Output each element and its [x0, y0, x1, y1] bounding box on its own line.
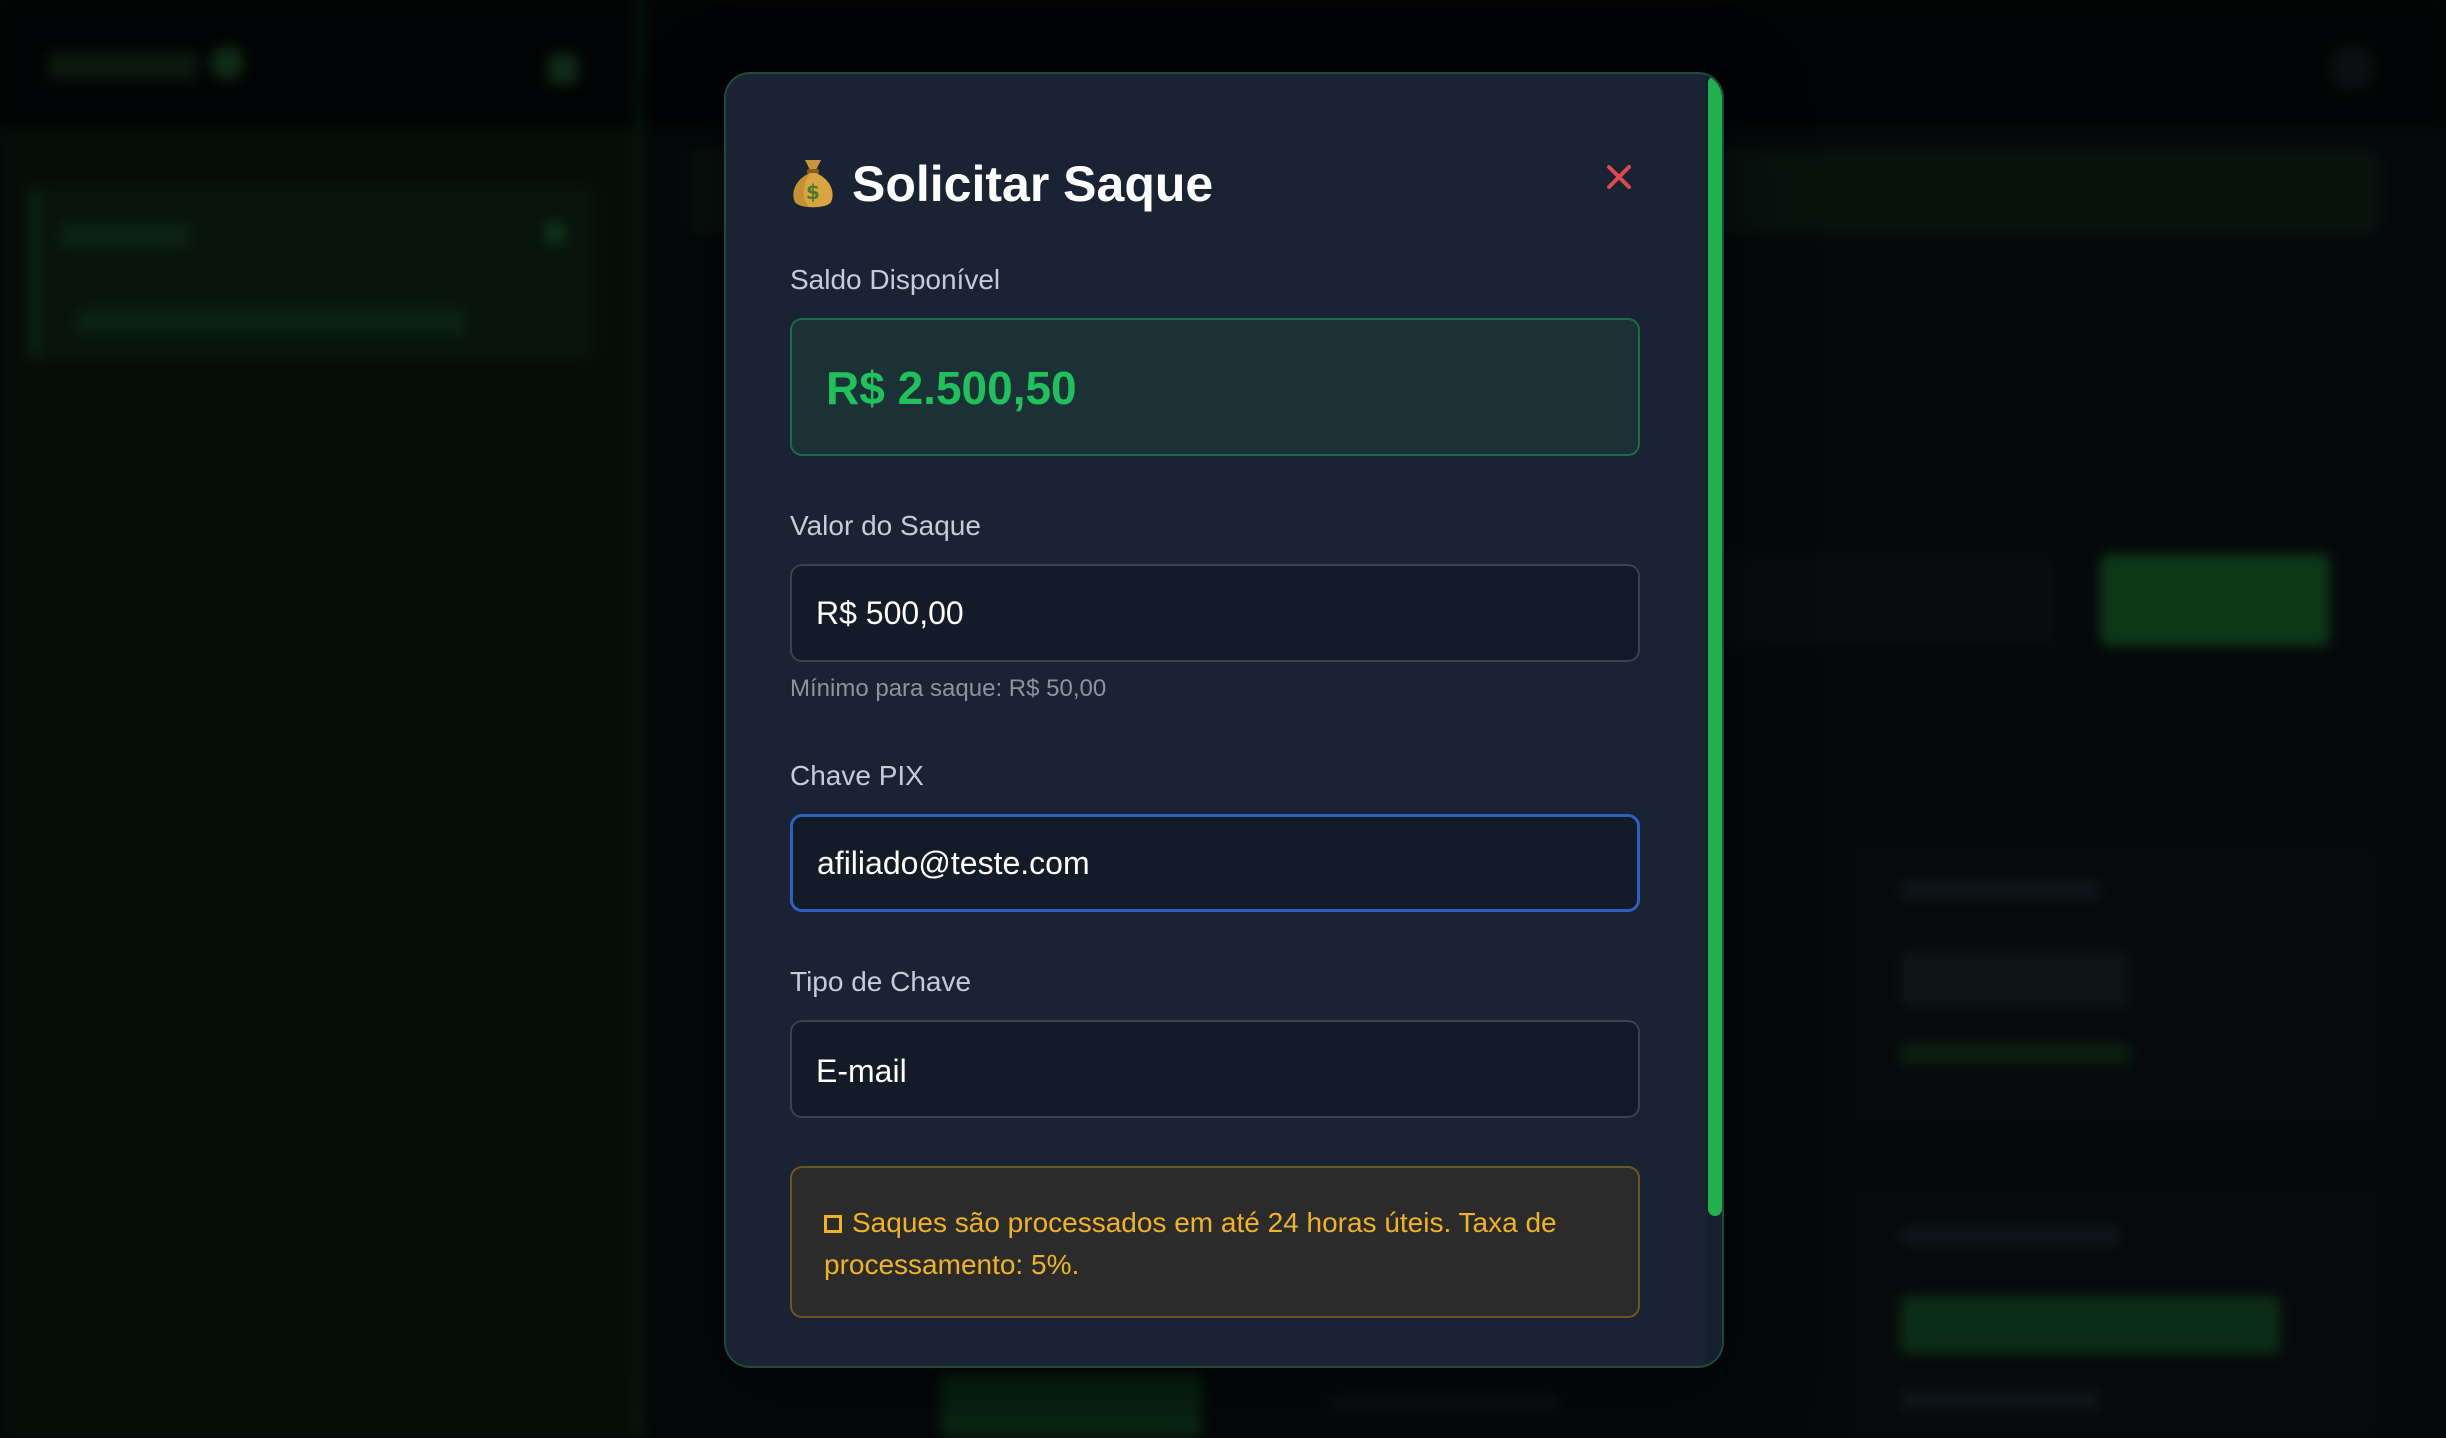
close-icon	[1607, 165, 1631, 189]
bg-sidebar-row	[76, 308, 466, 334]
checkbox-icon	[824, 1215, 842, 1233]
bg-card-value	[1900, 1296, 2280, 1354]
bg-input	[1716, 556, 2056, 646]
bg-sidebar-row	[60, 222, 190, 248]
key-type-label: Tipo de Chave	[790, 966, 972, 997]
bg-logo	[48, 52, 198, 80]
balance-box: R$ 2.500,50	[790, 318, 1640, 456]
bg-avatar	[2330, 46, 2374, 90]
modal-header: $ Solicitar Saque	[790, 146, 1650, 222]
svg-text:$: $	[806, 180, 820, 204]
money-bag-icon: $	[790, 156, 836, 210]
balance-label: Saldo Disponível	[790, 264, 1001, 295]
key-type-select[interactable]: E-mail	[790, 1020, 1640, 1118]
bg-logo-mark	[210, 46, 244, 80]
bg-card-value	[1900, 950, 2130, 1008]
bg-card-line	[1900, 1226, 2120, 1246]
bg-card-line	[1900, 880, 2100, 900]
processing-notice: Saques são processados em até 24 horas ú…	[790, 1166, 1640, 1318]
pix-key-input[interactable]	[790, 814, 1640, 912]
balance-value: R$ 2.500,50	[826, 362, 1077, 414]
bg-bottom-button	[940, 1372, 1202, 1438]
bg-card-line	[1900, 1390, 2100, 1410]
screen: $ Solicitar Saque Saldo Disponível R$ 2.…	[0, 0, 2446, 1438]
scrollbar-thumb[interactable]	[1708, 76, 1722, 1216]
withdraw-modal: $ Solicitar Saque Saldo Disponível R$ 2.…	[724, 72, 1724, 1368]
bg-card-line	[1900, 1044, 2130, 1064]
bg-bottom-text	[1330, 1394, 1560, 1412]
amount-input[interactable]	[790, 564, 1640, 662]
modal-title: Solicitar Saque	[852, 156, 1214, 212]
key-type-value: E-mail	[816, 1053, 907, 1089]
amount-helper-text: Mínimo para saque: R$ 50,00	[790, 675, 1107, 702]
bg-menu-icon	[548, 54, 578, 84]
bg-card	[1848, 846, 2382, 1124]
pix-key-label: Chave PIX	[790, 760, 924, 791]
bg-card	[1848, 1186, 2382, 1438]
bg-green-button	[2100, 554, 2330, 646]
notice-text: Saques são processados em até 24 horas ú…	[824, 1207, 1557, 1280]
close-button[interactable]	[1598, 156, 1640, 198]
amount-label: Valor do Saque	[790, 510, 981, 541]
bg-sidebar-dot	[544, 222, 566, 244]
